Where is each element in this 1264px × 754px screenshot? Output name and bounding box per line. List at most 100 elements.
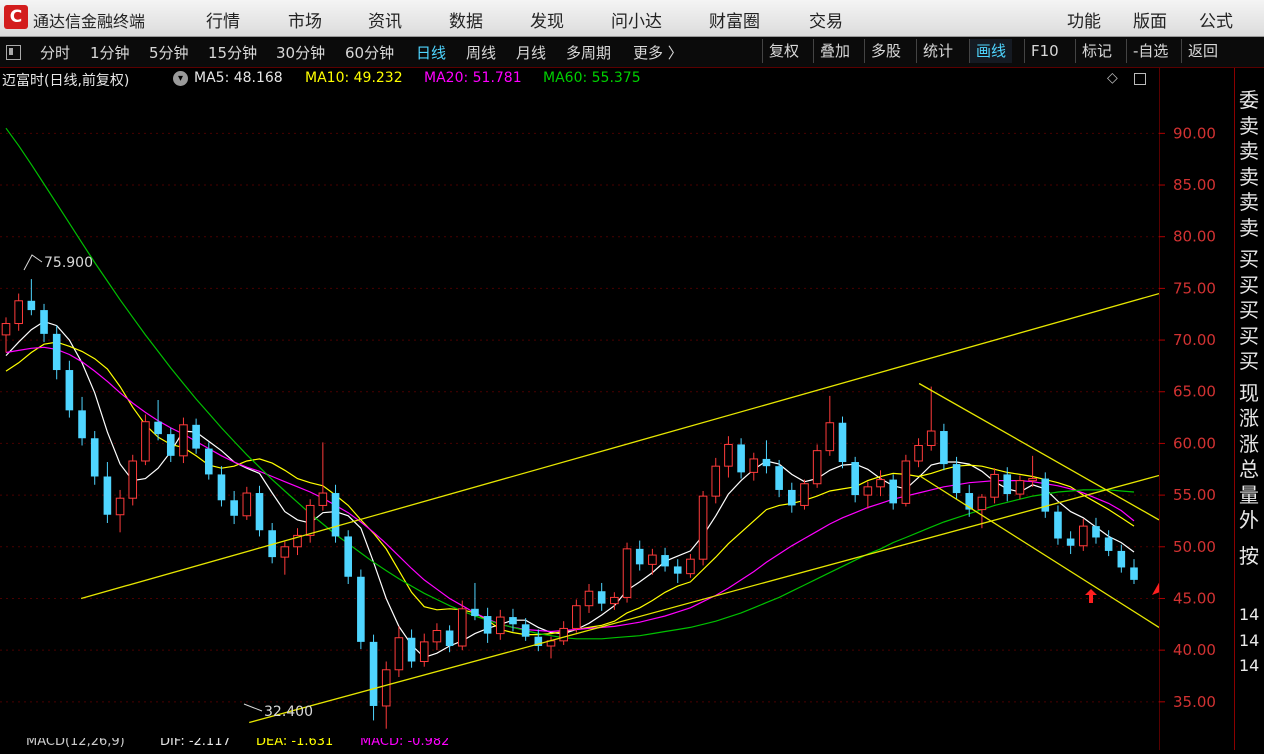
tool-multistock[interactable]: 多股 — [864, 39, 907, 63]
period-more[interactable]: 更多 〉 — [633, 42, 683, 63]
candle-body-78 — [990, 473, 999, 498]
candle-body-38 — [483, 616, 492, 634]
candle-body-2 — [27, 300, 36, 311]
candle-body-6 — [78, 410, 86, 439]
candle-70 — [889, 474, 897, 510]
period-1min[interactable]: 1分钟 — [90, 42, 130, 63]
period-intraday[interactable]: 分时 — [40, 42, 70, 63]
candle-body-7 — [90, 438, 99, 477]
tool-f10[interactable]: F10 — [1024, 39, 1065, 63]
candle-53 — [673, 559, 682, 583]
candle-26 — [331, 484, 340, 543]
candle-body-86 — [1092, 526, 1100, 538]
high-marker-icon — [23, 254, 43, 271]
menu-data[interactable]: 数据 — [449, 7, 483, 32]
candle-body-84 — [1066, 538, 1075, 546]
candle-body-50 — [635, 548, 644, 565]
candle-75 — [952, 456, 961, 500]
menu-bar: C 通达信金融终端 行情 市场 资讯 数据 发现 问小达 财富圈 交易 功能 版… — [0, 0, 1264, 37]
side-label-10: 买 — [1239, 349, 1259, 373]
candle-5 — [65, 360, 74, 418]
candle-72 — [914, 438, 923, 468]
price-axis: 90.00 85.00 80.00 75.00 70.00 65.00 60.00 55.00… — [1158, 68, 1233, 750]
tool-back[interactable]: 返回 — [1181, 39, 1224, 63]
axis-label-3: 75.00 — [1173, 279, 1216, 297]
candle-11 — [141, 414, 150, 466]
moving-average-lines — [5, 127, 1135, 659]
period-multi[interactable]: 多周期 — [566, 42, 611, 63]
candle-body-59 — [749, 458, 759, 473]
candle-body-65 — [825, 422, 835, 452]
menu-ask[interactable]: 问小达 — [611, 7, 662, 32]
menu-discover[interactable]: 发现 — [530, 7, 564, 32]
menu-quotes[interactable]: 行情 — [206, 7, 240, 32]
candle-body-85 — [1079, 525, 1088, 547]
candle-body-27 — [344, 536, 353, 577]
candle-body-71 — [901, 460, 911, 504]
period-15min[interactable]: 15分钟 — [208, 42, 257, 63]
candlestick-series — [1, 279, 1138, 729]
candle-65 — [825, 395, 835, 456]
line-ma10 — [5, 341, 1135, 636]
candle-29 — [369, 634, 378, 721]
axis-label-11: 35.00 — [1173, 693, 1216, 711]
candle-body-37 — [471, 608, 479, 617]
candle-69 — [876, 470, 885, 497]
candle-body-9 — [115, 497, 125, 516]
candle-body-66 — [838, 422, 847, 463]
period-60min[interactable]: 60分钟 — [345, 42, 394, 63]
side-label-5: 卖 — [1239, 215, 1259, 240]
candle-body-31 — [394, 637, 404, 671]
axis-label-8: 50.00 — [1173, 538, 1216, 556]
menu-market[interactable]: 市场 — [288, 7, 322, 32]
app-title: 通达信金融终端 — [33, 12, 146, 31]
candle-body-40 — [509, 617, 517, 625]
tool-drawline[interactable]: 画线 — [969, 39, 1013, 63]
candle-83 — [1054, 505, 1062, 545]
dropdown-icon[interactable]: ▾ — [173, 71, 188, 86]
ma20-value: MA20: 51.781 — [424, 70, 522, 86]
candle-56 — [711, 457, 721, 504]
candle-16 — [204, 442, 213, 480]
menu-trade[interactable]: 交易 — [809, 7, 843, 32]
maximize-icon[interactable] — [1134, 73, 1146, 85]
candle-84 — [1066, 531, 1075, 555]
tool-mark[interactable]: 标记 — [1075, 39, 1118, 63]
candle-20 — [255, 485, 264, 537]
menu-formula[interactable]: 公式 — [1199, 7, 1233, 32]
tool-overlay[interactable]: 叠加 — [813, 39, 856, 63]
candle-22 — [280, 541, 290, 575]
candle-62 — [787, 482, 796, 513]
panel-toggle-icon[interactable] — [6, 45, 21, 60]
candle-body-61 — [775, 466, 783, 490]
period-30min[interactable]: 30分钟 — [276, 42, 325, 63]
menu-news[interactable]: 资讯 — [368, 7, 402, 32]
candle-body-1 — [14, 300, 23, 325]
candle-body-75 — [952, 464, 961, 494]
side-label-19: 14 — [1239, 630, 1260, 650]
candle-body-20 — [255, 493, 264, 531]
menu-layout[interactable]: 版面 — [1133, 7, 1167, 32]
candle-23 — [293, 528, 302, 556]
period-daily[interactable]: 日线 — [416, 42, 446, 63]
line-ma5 — [5, 320, 1135, 659]
candle-body-53 — [673, 566, 682, 574]
menu-functions[interactable]: 功能 — [1067, 7, 1101, 32]
candle-body-11 — [141, 421, 150, 462]
tool-statistics[interactable]: 统计 — [916, 39, 959, 63]
candle-30 — [381, 661, 391, 729]
menu-wealth[interactable]: 财富圈 — [709, 7, 760, 32]
tool-adjust[interactable]: 复权 — [762, 39, 805, 63]
candle-body-51 — [648, 554, 657, 565]
period-5min[interactable]: 5分钟 — [149, 42, 189, 63]
period-monthly[interactable]: 月线 — [516, 42, 546, 63]
period-weekly[interactable]: 周线 — [466, 42, 496, 63]
tool-watchlist[interactable]: -自选 — [1126, 39, 1174, 63]
candle-body-16 — [204, 448, 213, 475]
candle-body-69 — [876, 479, 885, 488]
candle-body-35 — [445, 630, 454, 647]
candle-38 — [483, 607, 492, 643]
diamond-icon[interactable]: ◇ — [1107, 70, 1118, 86]
price-chart[interactable]: 75.900 32.400 — [0, 92, 1159, 738]
candle-4 — [52, 325, 61, 380]
